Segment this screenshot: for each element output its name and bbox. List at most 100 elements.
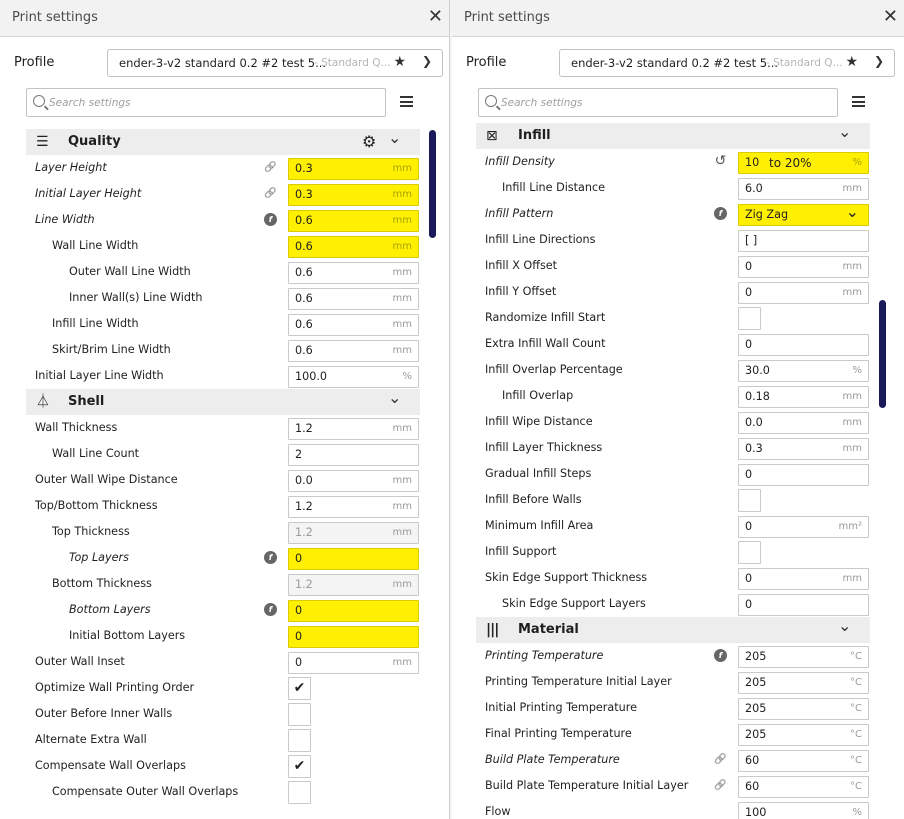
value-input[interactable]: 60 °C [738, 776, 869, 798]
function-icon[interactable]: f [264, 213, 277, 226]
value-input[interactable]: 0 mm [738, 256, 869, 278]
input-value: 0 [745, 598, 753, 611]
setting-label: Build Plate Temperature Initial Layer [485, 779, 689, 792]
checkbox[interactable] [288, 703, 311, 726]
profile-select[interactable]: ender-3-v2 standard 0.2 #2 test 5... - S… [559, 49, 895, 77]
checkbox[interactable] [738, 489, 761, 512]
title-bar[interactable]: Print settings ✕ [452, 0, 904, 37]
chevron-down-icon[interactable]: ⌄ [838, 617, 851, 635]
function-icon[interactable]: f [714, 649, 727, 662]
value-input[interactable]: 0 mm [288, 652, 419, 674]
input-value: 0.6 [295, 214, 313, 227]
category-infill[interactable]: ⊠ Infill ⌄ [476, 123, 870, 149]
value-input[interactable]: 0.6 mm [288, 314, 419, 336]
setting-row-infill-x-offset: Infill X Offset 0 mm [452, 253, 904, 279]
checkbox[interactable]: ✔ [288, 755, 311, 778]
value-input[interactable]: 205 °C [738, 724, 869, 746]
gear-icon[interactable]: ⚙ [362, 132, 376, 151]
value-input[interactable]: 0 mm [738, 568, 869, 590]
category-quality[interactable]: ☰ Quality ⚙ ⌄ [26, 129, 420, 155]
value-input[interactable]: 100.0% [288, 366, 419, 388]
search-input[interactable]: Search settings [26, 88, 386, 117]
value-input[interactable]: 0 [738, 594, 869, 616]
link-icon[interactable]: 🔗 [264, 161, 277, 174]
input-unit: mm [392, 215, 412, 226]
value-input[interactable]: 0 [738, 334, 869, 356]
value-input[interactable]: 6.0 mm [738, 178, 869, 200]
link-icon[interactable]: 🔗 [714, 753, 727, 766]
chevron-down-icon[interactable]: ⌄ [388, 389, 401, 407]
chevron-down-icon: ⌄ [845, 202, 859, 221]
setting-row-infill-line-distance: Infill Line Distance 6.0 mm [452, 175, 904, 201]
setting-label: Outer Wall Line Width [69, 265, 191, 278]
star-icon[interactable]: ★ [845, 54, 858, 70]
input-unit: °C [850, 781, 862, 792]
chevron-down-icon[interactable]: ⌄ [838, 123, 851, 141]
value-input[interactable]: 0 [288, 600, 419, 622]
close-icon[interactable]: ✕ [883, 7, 898, 27]
value-input[interactable]: 0.6 mm [288, 210, 419, 232]
checkbox[interactable]: ✔ [288, 677, 311, 700]
link-icon[interactable]: 🔗 [714, 779, 727, 792]
value-input[interactable]: 0 [288, 548, 419, 570]
profile-select[interactable]: ender-3-v2 standard 0.2 #2 test 5... - S… [107, 49, 443, 77]
value-input[interactable]: 1.2 mm [288, 496, 419, 518]
search-input[interactable]: Search settings [478, 88, 838, 117]
checkbox[interactable] [288, 781, 311, 804]
star-icon[interactable]: ★ [393, 54, 406, 70]
value-input[interactable]: 100% [738, 802, 869, 819]
value-input[interactable]: 2 [288, 444, 419, 466]
function-icon[interactable]: f [264, 603, 277, 616]
value-input[interactable]: 0.18 mm [738, 386, 869, 408]
title-bar[interactable]: Print settings ✕ [0, 0, 449, 37]
value-input[interactable]: 0 [738, 464, 869, 486]
value-input[interactable]: 205 °C [738, 672, 869, 694]
value-input[interactable]: 0.0 mm [738, 412, 869, 434]
setting-row-layer-height: Layer Height 🔗 0.3 mm [0, 155, 449, 181]
value-input[interactable]: 205 °C [738, 646, 869, 668]
input-unit: mm [392, 319, 412, 330]
close-icon[interactable]: ✕ [428, 7, 443, 27]
value-input[interactable]: 205 °C [738, 698, 869, 720]
menu-icon[interactable] [852, 96, 865, 107]
value-input[interactable]: 0.3 mm [288, 158, 419, 180]
value-input[interactable]: 0.6 mm [288, 340, 419, 362]
input-value: 0.6 [295, 292, 313, 305]
dropdown-select[interactable]: Zig Zag ⌄ [738, 204, 869, 226]
setting-label: Outer Before Inner Walls [35, 707, 173, 720]
link-icon[interactable]: 🔗 [264, 187, 277, 200]
setting-label: Top Layers [69, 551, 129, 564]
value-input[interactable]: 1.2 mm [288, 418, 419, 440]
value-input[interactable]: 0.6 mm [288, 236, 419, 258]
value-input[interactable]: 0 mm [738, 282, 869, 304]
value-input[interactable]: 60 °C [738, 750, 869, 772]
value-input[interactable]: 10 to 20%% [738, 152, 869, 174]
chevron-down-icon[interactable]: ⌄ [388, 129, 401, 147]
value-input[interactable]: 0.6 mm [288, 288, 419, 310]
setting-label: Layer Height [35, 161, 107, 174]
menu-icon[interactable] [400, 96, 413, 107]
checkbox[interactable] [738, 541, 761, 564]
value-input[interactable]: 0 mm² [738, 516, 869, 538]
value-input[interactable]: 0.3 mm [288, 184, 419, 206]
setting-row-initial-layer-line-width: Initial Layer Line Width 100.0% [0, 363, 449, 389]
category-material[interactable]: ||| Material ⌄ [476, 617, 870, 643]
setting-label: Printing Temperature Initial Layer [485, 675, 672, 688]
value-input[interactable]: 0 [288, 626, 419, 648]
function-icon[interactable]: f [714, 207, 727, 220]
category-shell[interactable]: ⏃ Shell ⌄ [26, 389, 420, 415]
setting-label: Final Printing Temperature [485, 727, 632, 740]
value-input[interactable]: [ ] [738, 230, 869, 252]
search-icon [33, 95, 45, 107]
function-icon[interactable]: f [264, 551, 277, 564]
value-input[interactable]: 0.0 mm [288, 470, 419, 492]
checkbox[interactable] [288, 729, 311, 752]
value-input[interactable]: 0.6 mm [288, 262, 419, 284]
setting-label: Skirt/Brim Line Width [52, 343, 171, 356]
reset-icon[interactable]: ↺ [714, 154, 727, 168]
input-value: 0.3 [295, 188, 313, 201]
value-input[interactable]: 0.3 mm [738, 438, 869, 460]
value-input[interactable]: 30.0% [738, 360, 869, 382]
setting-label: Initial Bottom Layers [69, 629, 186, 642]
checkbox[interactable] [738, 307, 761, 330]
